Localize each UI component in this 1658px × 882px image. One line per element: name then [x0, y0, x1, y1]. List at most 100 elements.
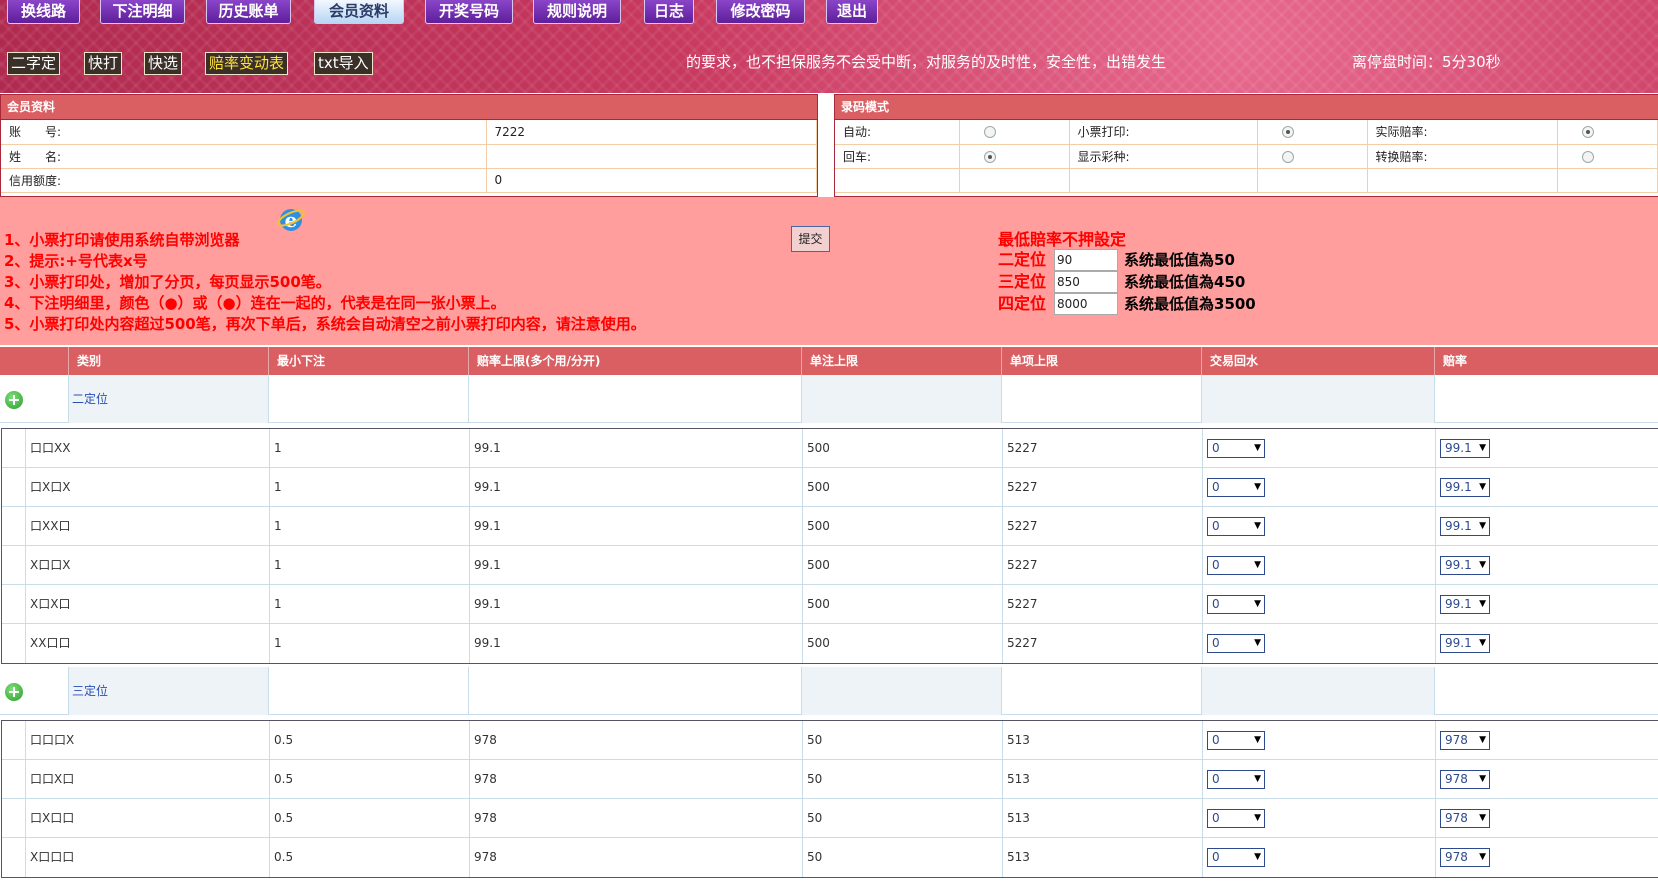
table-row: 口口X口 0.5 978 50 513 0 ▼ 978 ▼: [2, 760, 1658, 799]
cell-item-limit: 5227: [1002, 507, 1202, 546]
cell-item-limit: 5227: [1002, 429, 1202, 468]
min-odds-three-input[interactable]: 850: [1054, 271, 1118, 293]
chevron-down-icon: ▼: [1479, 560, 1486, 570]
credit-value: 0: [486, 168, 817, 193]
enter-radio[interactable]: [983, 150, 996, 163]
cell-rebate: 0 ▼: [1202, 838, 1435, 877]
odds-select[interactable]: 978 ▼: [1440, 731, 1490, 750]
cell-odds: 99.1 ▼: [1435, 585, 1658, 624]
convert-odds-label: 转换赔率:: [1367, 144, 1558, 169]
rebate-select[interactable]: 0 ▼: [1207, 809, 1265, 828]
rebate-select[interactable]: 0 ▼: [1207, 634, 1265, 653]
odds-select[interactable]: 99.1 ▼: [1440, 439, 1490, 458]
cell-odds: 99.1 ▼: [1435, 468, 1658, 507]
select-value: 0: [1212, 733, 1220, 747]
cell-category: 口口口X: [25, 721, 270, 760]
actual-odds-radio[interactable]: [1581, 126, 1594, 139]
rebate-select[interactable]: 0 ▼: [1207, 556, 1265, 575]
chevron-down-icon: ▼: [1254, 599, 1261, 609]
convert-odds-radio[interactable]: [1581, 150, 1594, 163]
expand-plus-icon[interactable]: [5, 391, 23, 409]
member-row-name: 姓 名:: [1, 144, 817, 169]
rebate-select[interactable]: 0 ▼: [1207, 439, 1265, 458]
rebate-select[interactable]: 0 ▼: [1207, 770, 1265, 789]
odds-select[interactable]: 99.1 ▼: [1440, 634, 1490, 653]
select-value: 0: [1212, 441, 1220, 455]
tool-odds-change-table[interactable]: 赔率变动表: [205, 52, 289, 75]
min-odds-three-system: 系统最低值為450: [1124, 273, 1246, 291]
credit-label: 信用额度:: [1, 168, 487, 193]
submit-button[interactable]: 提交: [791, 226, 830, 252]
show-lottery-label: 显示彩种:: [1069, 144, 1258, 169]
min-odds-four-input[interactable]: 8000: [1054, 293, 1118, 315]
chevron-down-icon: ▼: [1254, 638, 1261, 648]
nav-log[interactable]: 日志: [644, 0, 694, 24]
group-label-three-position[interactable]: 三定位: [72, 667, 108, 715]
cell-odds: 978 ▼: [1435, 760, 1658, 799]
odds-select[interactable]: 99.1 ▼: [1440, 478, 1490, 497]
col-category: 类别: [68, 347, 268, 375]
select-value: 0: [1212, 519, 1220, 533]
rebate-select[interactable]: 0 ▼: [1207, 731, 1265, 750]
cell-rebate: 0 ▼: [1202, 624, 1435, 663]
cell-item-limit: 5227: [1002, 585, 1202, 624]
input-mode-table: 自动: 小票打印: 实际赔率: 回车: 显示彩种: 转换赔率:: [835, 120, 1658, 193]
cell-min-bet: 0.5: [269, 799, 469, 838]
cell-item-limit: 513: [1002, 838, 1202, 877]
cell-rebate: 0 ▼: [1202, 429, 1435, 468]
odds-select[interactable]: 99.1 ▼: [1440, 595, 1490, 614]
cell-odds-limit: 978: [469, 799, 802, 838]
cell-odds-limit: 99.1: [469, 507, 802, 546]
account-label: 账 号:: [1, 120, 487, 145]
tool-txt-import[interactable]: txt导入: [314, 52, 373, 75]
select-value: 99.1: [1445, 480, 1472, 494]
col-odds: 赔率: [1434, 347, 1658, 375]
nav-change-password[interactable]: 修改密码: [716, 0, 805, 24]
table-row: X口口X 1 99.1 500 5227 0 ▼ 99.1 ▼: [2, 546, 1658, 585]
notes-list: 1、小票打印请使用系统自带浏览器 2、提示:+号代表x号 3、小票打印处，增加了…: [4, 230, 646, 335]
odds-select[interactable]: 978 ▼: [1440, 848, 1490, 867]
select-value: 0: [1212, 772, 1220, 786]
odds-select[interactable]: 99.1 ▼: [1440, 517, 1490, 536]
tool-quick-select[interactable]: 快选: [144, 52, 183, 75]
expand-plus-icon[interactable]: [5, 683, 23, 701]
show-lottery-radio[interactable]: [1281, 150, 1294, 163]
cell-odds-limit: 99.1: [469, 468, 802, 507]
ticket-print-radio[interactable]: [1281, 126, 1294, 139]
odds-select[interactable]: 99.1 ▼: [1440, 556, 1490, 575]
min-odds-two-input[interactable]: 90: [1054, 249, 1118, 271]
odds-select[interactable]: 978 ▼: [1440, 809, 1490, 828]
cell-min-bet: 1: [269, 585, 469, 624]
odds-select[interactable]: 978 ▼: [1440, 770, 1490, 789]
tool-quick-type[interactable]: 快打: [84, 52, 123, 75]
chevron-down-icon: ▼: [1479, 813, 1486, 823]
rebate-select[interactable]: 0 ▼: [1207, 517, 1265, 536]
select-value: 978: [1445, 733, 1468, 747]
nav-bet-details[interactable]: 下注明细: [100, 0, 185, 24]
tool-two-digit[interactable]: 二字定: [7, 52, 61, 75]
select-value: 978: [1445, 811, 1468, 825]
nav-member-info[interactable]: 会员资料: [314, 0, 404, 24]
select-value: 99.1: [1445, 597, 1472, 611]
auto-radio[interactable]: [983, 126, 996, 139]
select-value: 99.1: [1445, 519, 1472, 533]
chevron-down-icon: ▼: [1254, 560, 1261, 570]
cell-min-bet: 0.5: [269, 760, 469, 799]
rebate-select[interactable]: 0 ▼: [1207, 848, 1265, 867]
col-min-bet: 最小下注: [268, 347, 468, 375]
group-rows-three-position: 口口口X 0.5 978 50 513 0 ▼ 978 ▼ 口口X口 0.5 978 50 513 0 ▼ 97…: [1, 720, 1658, 878]
header-banner: 换线路 下注明细 历史账单 会员资料 开奖号码 规则说明 日志 修改密码 退出 …: [0, 0, 1658, 93]
auto-label: 自动:: [835, 120, 960, 145]
rebate-select[interactable]: 0 ▼: [1207, 478, 1265, 497]
cell-category: 口口X口: [25, 760, 270, 799]
rebate-select[interactable]: 0 ▼: [1207, 595, 1265, 614]
group-label-two-position[interactable]: 二定位: [72, 375, 108, 423]
member-info-table: 账 号: 7222 姓 名: 信用额度: 0: [1, 120, 817, 193]
nav-history-bills[interactable]: 历史账单: [206, 0, 291, 24]
cell-item-limit: 513: [1002, 760, 1202, 799]
cell-single-limit: 500: [802, 507, 1002, 546]
nav-draw-numbers[interactable]: 开奖号码: [425, 0, 513, 24]
nav-logout[interactable]: 退出: [826, 0, 878, 24]
nav-switch-line[interactable]: 换线路: [7, 0, 80, 24]
nav-rules[interactable]: 规则说明: [533, 0, 621, 24]
